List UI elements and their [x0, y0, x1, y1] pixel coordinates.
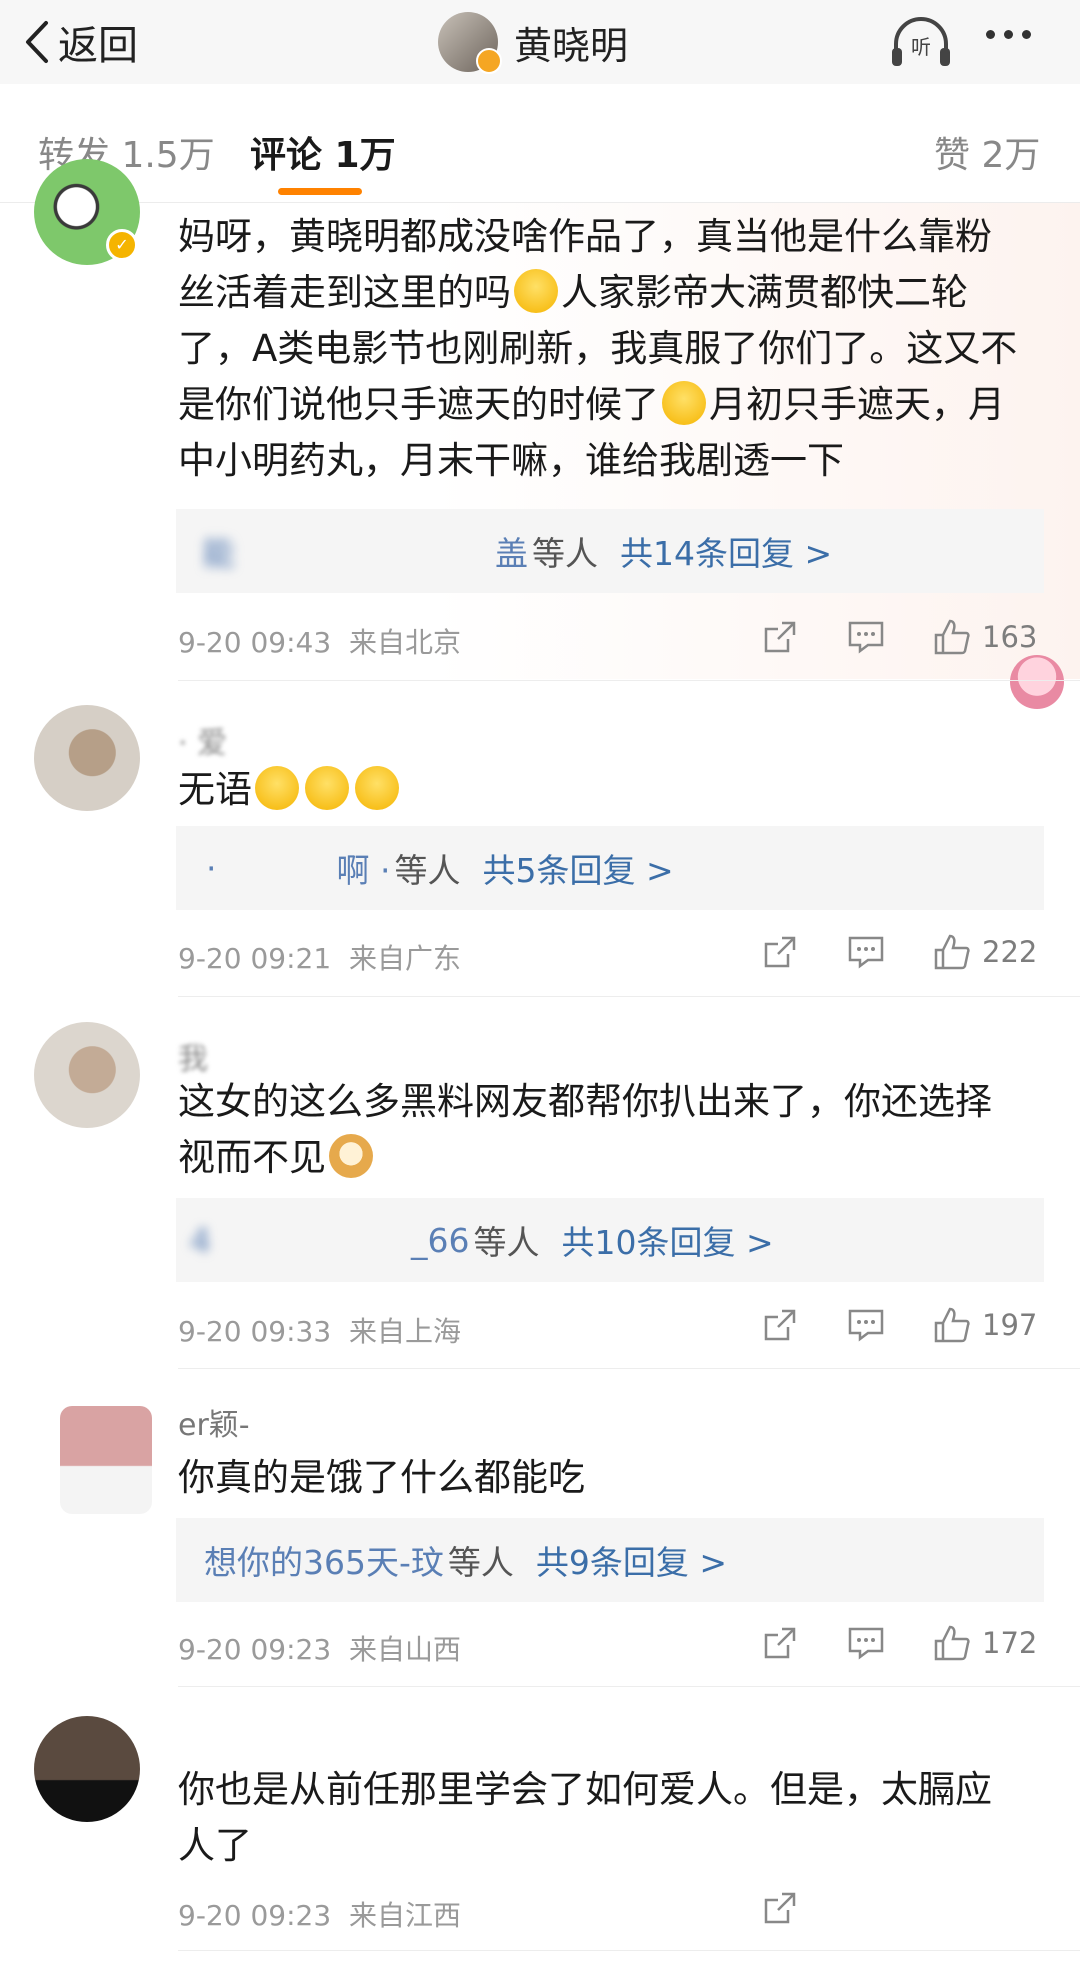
comment-meta: 9-20 09:43 来自北京 — [178, 626, 461, 659]
tab-comments[interactable]: 评论 1万 — [250, 126, 396, 178]
share-icon[interactable] — [760, 1305, 800, 1345]
comment-item: ✓ 妈呀，黄晓明都成没啥作品了，真当他是什么靠粉丝活着走到这里的吗 人家影帝大满贯… — [0, 159, 1080, 709]
like-icon[interactable] — [932, 617, 972, 657]
doge-emoji-icon — [329, 1134, 373, 1178]
like-icon[interactable] — [932, 1305, 972, 1345]
top-bar: 返回 黄晓明 听 — [0, 0, 1080, 84]
like-icon[interactable] — [932, 932, 972, 972]
username[interactable]: 我 — [178, 1034, 208, 1078]
comment-meta: 9-20 09:23 来自山西 — [178, 1633, 461, 1666]
comment-icon[interactable] — [846, 932, 886, 972]
comment-icon[interactable] — [846, 1623, 886, 1663]
back-button[interactable]: 返回 — [22, 10, 138, 74]
headphones-icon[interactable]: 听 — [888, 14, 954, 70]
divider — [178, 1368, 1080, 1369]
avatar[interactable] — [34, 1716, 140, 1822]
divider — [178, 1686, 1080, 1687]
thinking-emoji-icon — [255, 766, 299, 810]
reply-preview[interactable]: · 啊 · 等人 共5条回复 > — [176, 826, 1044, 910]
comment-meta: 9-20 09:23 来自江西 — [178, 1899, 461, 1932]
like-count: 197 — [982, 1308, 1038, 1342]
comment-item: 你也是从前任那里学会了如何爱人。但是，太膈应人了 9-20 09:23 来自江西 — [0, 1688, 1080, 1961]
comment-actions: 172 — [760, 1623, 1037, 1663]
listen-label: 听 — [911, 35, 931, 59]
comment-icon[interactable] — [846, 617, 886, 657]
comment-actions — [760, 1888, 800, 1928]
divider — [178, 1950, 1080, 1951]
username[interactable]: er颖- — [178, 1400, 250, 1444]
like-count: 222 — [982, 935, 1038, 969]
like-icon[interactable] — [932, 1623, 972, 1663]
profile-header[interactable]: 黄晓明 — [438, 12, 629, 74]
avatar[interactable] — [438, 12, 502, 74]
avatar[interactable] — [34, 705, 140, 811]
laugh-cry-emoji-icon — [514, 269, 558, 313]
reply-preview[interactable]: 想你的365天-玟 等人 共9条回复 > — [176, 1518, 1044, 1602]
like-count: 163 — [982, 620, 1038, 654]
like-count: 172 — [982, 1626, 1038, 1660]
comment-text: 无语 — [178, 762, 1018, 818]
comment-text: 这女的这么多黑料网友都帮你扒出来了，你还选择视而不见 — [178, 1080, 992, 1179]
comment-text: 你真的是饿了什么都能吃 — [178, 1456, 585, 1499]
reply-preview[interactable]: 4 _66 等人 共10条回复 > — [176, 1198, 1044, 1282]
share-icon[interactable] — [760, 1623, 800, 1663]
comment-item: · 爱 无语 · 啊 · 等人 共5条回复 > 9-20 09:21 来自广东 … — [0, 680, 1080, 998]
verified-icon: ✓ — [106, 229, 138, 261]
username[interactable]: · 爱 — [178, 718, 227, 762]
avatar[interactable] — [60, 1406, 152, 1514]
thinking-emoji-icon — [355, 766, 399, 810]
comment-actions: 197 — [760, 1305, 1037, 1345]
tab-bar: 转发 1.5万 评论 1万 赞 2万 — [0, 84, 1080, 203]
comment-meta: 9-20 09:33 来自上海 — [178, 1315, 461, 1348]
avatar[interactable]: ✓ — [34, 159, 140, 265]
comment-actions: 222 — [760, 932, 1037, 972]
comment-icon[interactable] — [846, 1305, 886, 1345]
comment-meta: 9-20 09:21 来自广东 — [178, 942, 461, 975]
comment-actions: 163 — [760, 617, 1037, 657]
comment-item: 我 这女的这么多黑料网友都帮你扒出来了，你还选择视而不见 4 _66 等人 共1… — [0, 998, 1080, 1370]
share-icon[interactable] — [760, 617, 800, 657]
profile-name: 黄晓明 — [514, 23, 629, 68]
tab-indicator — [278, 188, 362, 195]
tab-likes[interactable]: 赞 2万 — [934, 126, 1040, 178]
more-icon[interactable] — [986, 30, 1031, 39]
share-icon[interactable] — [760, 932, 800, 972]
comment-text: 妈呀，黄晓明都成没啥作品了，真当他是什么靠粉丝活着走到这里的吗 人家影帝大满贯都快… — [178, 215, 1018, 482]
laugh-cry-emoji-icon — [662, 381, 706, 425]
chevron-left-icon — [26, 21, 48, 63]
reply-preview[interactable]: 能 盖 等人 共14条回复 > — [176, 509, 1044, 593]
share-icon[interactable] — [760, 1888, 800, 1928]
back-label: 返回 — [58, 23, 138, 69]
comment-text: 你也是从前任那里学会了如何爱人。但是，太膈应人了 — [178, 1768, 992, 1867]
avatar[interactable] — [34, 1022, 140, 1128]
thinking-emoji-icon — [305, 766, 349, 810]
verified-icon — [476, 48, 502, 74]
divider — [178, 996, 1080, 997]
comment-item: er颖- 你真的是饿了什么都能吃 想你的365天-玟 等人 共9条回复 > 9-… — [0, 1370, 1080, 1688]
